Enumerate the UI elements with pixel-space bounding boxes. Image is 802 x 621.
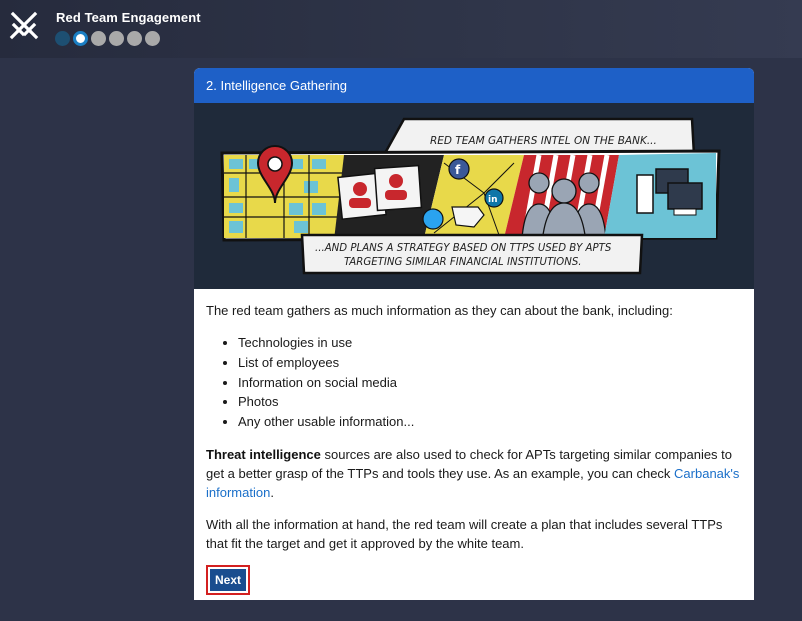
banner-caption-top: RED TEAM GATHERS INTEL ON THE BANK... (430, 135, 657, 147)
step-dot-2 (73, 31, 88, 46)
banner-caption-bottom-2: TARGETING SIMILAR FINANCIAL INSTITUTIONS… (344, 257, 582, 268)
svg-text:f: f (455, 163, 461, 177)
threat-intel-paragraph: Threat intelligence sources are also use… (206, 445, 742, 502)
plan-paragraph: With all the information at hand, the re… (206, 516, 723, 551)
step-dot-3 (91, 31, 106, 46)
intel-gathering-banner: RED TEAM GATHERS INTEL ON THE BANK... f … (194, 103, 754, 289)
step-dot-4 (109, 31, 124, 46)
list-item: Any other usable information... (238, 412, 742, 432)
intro-text: The red team gathers as much information… (206, 303, 673, 318)
list-item: List of employees (238, 353, 742, 373)
next-button-highlight: Next (206, 564, 251, 595)
list-item: Technologies in use (238, 333, 742, 353)
card-header: 2. Intelligence Gathering (194, 68, 754, 103)
app-title: Red Team Engagement (56, 10, 201, 25)
step-card: 2. Intelligence Gathering RED TEAM GATHE… (194, 68, 754, 600)
step-dot-1 (55, 31, 70, 46)
intel-list: Technologies in use List of employees In… (206, 333, 742, 432)
svg-text:in: in (488, 195, 498, 205)
card-content: The red team gathers as much information… (194, 289, 754, 595)
crossed-swords-icon (8, 9, 40, 41)
next-button[interactable]: Next (210, 568, 247, 591)
threat-intel-end: . (270, 484, 274, 500)
list-item: Photos (238, 392, 742, 412)
step-dot-5 (127, 31, 142, 46)
list-item: Information on social media (238, 373, 742, 393)
step-progress (55, 31, 160, 46)
step-dot-6 (145, 31, 160, 46)
threat-intel-bold: Threat intelligence (206, 446, 321, 462)
banner-caption-bottom-1: ...AND PLANS A STRATEGY BASED ON TTPS US… (315, 243, 612, 254)
top-bar: Red Team Engagement (0, 0, 802, 58)
